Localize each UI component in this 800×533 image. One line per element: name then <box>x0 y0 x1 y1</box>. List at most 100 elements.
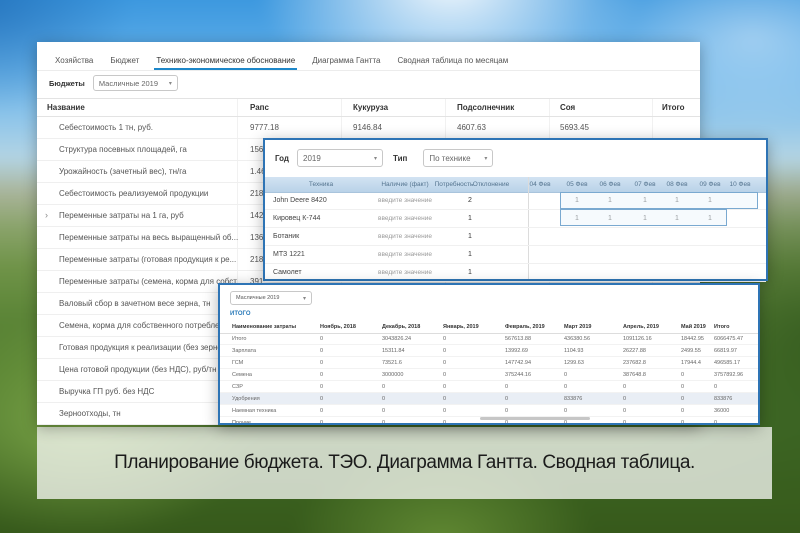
cell-value: 0 <box>681 372 684 378</box>
cell-value: 147742.94 <box>505 360 531 366</box>
cell-value: 237682.8 <box>623 360 646 366</box>
column-header: Май 2019 <box>681 324 706 330</box>
cell-value: 0 <box>320 372 323 378</box>
cell-value: 3757892.96 <box>714 372 743 378</box>
chevron-down-icon: ▾ <box>374 155 377 162</box>
row-label: Готовая продукция к реализации (без зерн… <box>59 343 228 352</box>
tab-1[interactable]: Хозяйства <box>53 53 95 70</box>
cell-value: 0 <box>623 384 626 390</box>
total-link[interactable]: ИТОГО <box>230 311 250 317</box>
availability-input[interactable]: введите значение <box>378 269 432 276</box>
table-row: Себестоимость 1 тн, руб.9777.189146.8446… <box>37 117 700 139</box>
caption-text: Планирование бюджета. ТЭО. Диаграмма Ган… <box>114 452 695 474</box>
column-header: Январь, 2019 <box>443 324 479 330</box>
column-header: Подсолнечник <box>457 103 514 112</box>
row-label: Себестоимость 1 тн, руб. <box>59 123 153 132</box>
year-select[interactable]: 2019 ▾ <box>297 149 383 167</box>
budget-select[interactable]: Масличные 2019 ▾ <box>93 75 178 91</box>
cell-value: 833876 <box>714 396 732 402</box>
tab-2[interactable]: Бюджет <box>108 53 141 70</box>
selected-range-box <box>560 192 758 209</box>
cost-name: СЗР <box>232 384 243 390</box>
cell-value: 15311.84 <box>382 348 405 354</box>
type-select-value: По технике <box>429 154 470 163</box>
cell-value: 375244.16 <box>505 372 531 378</box>
cost-name: Итого <box>232 336 246 342</box>
cell-value: 0 <box>320 336 323 342</box>
gantt-controls: Год 2019 ▾ Тип По технике ▾ <box>265 140 766 176</box>
summary-row: Удобрения000083387600833876 <box>220 393 758 405</box>
cell-value: 66819.97 <box>714 348 737 354</box>
availability-input[interactable]: введите значение <box>378 251 432 258</box>
column-header: Апрель, 2019 <box>623 324 659 330</box>
row-label: Цена готовой продукции (без НДС), руб/тн <box>59 365 217 374</box>
cell-value: 0 <box>564 384 567 390</box>
need-value: 1 <box>468 269 472 276</box>
row-label: Валовый сбор в зачетном весе зерна, тн <box>59 299 211 308</box>
cell-value: 5693.45 <box>560 123 589 132</box>
summary-row: СЗР00000000 <box>220 381 758 393</box>
row-label: Урожайность (зачетный вес), тн/га <box>59 167 186 176</box>
budget-select-value: Масличные 2019 <box>99 79 158 88</box>
tab-5[interactable]: Сводная таблица по месяцам <box>395 53 510 70</box>
cell-value: 567613.88 <box>505 336 531 342</box>
summary-budget-value: Масличные 2019 <box>236 295 279 301</box>
row-label: Семена, корма для собственного потреблен… <box>59 321 231 330</box>
column-header: Техника <box>309 181 333 188</box>
availability-input[interactable]: введите значение <box>378 215 432 222</box>
cell-value: 0 <box>382 384 385 390</box>
cell-value: 0 <box>320 408 323 414</box>
cell-value: 13992.69 <box>505 348 528 354</box>
tab-4[interactable]: Диаграмма Гантта <box>310 53 382 70</box>
cell-value: 0 <box>382 408 385 414</box>
column-header: Кукуруза <box>353 103 388 112</box>
cell-value: 1299.63 <box>564 360 584 366</box>
tab-bar: Хозяйства Бюджет Технико-экономическое обо… <box>37 42 700 71</box>
gantt-table-header: ТехникаНаличие (факт)ПотребностьОтклонен… <box>265 177 766 193</box>
availability-input[interactable]: введите значение <box>378 197 432 204</box>
screenshot-root: Хозяйства Бюджет Технико-экономическое обо… <box>0 0 800 533</box>
column-header: Итого <box>662 103 685 112</box>
cell-value: 136 <box>250 233 263 242</box>
cost-name: Семена <box>232 372 252 378</box>
column-header: Март 2019 <box>564 324 591 330</box>
column-header: Итого <box>714 324 730 330</box>
caption-bar: Планирование бюджета. ТЭО. Диаграмма Ган… <box>37 427 772 499</box>
cell-value: 0 <box>623 420 626 424</box>
type-select[interactable]: По технике ▾ <box>423 149 493 167</box>
cell-value: 2499.55 <box>681 348 701 354</box>
chevron-down-icon: ▾ <box>484 155 487 162</box>
cell-value: 0 <box>681 396 684 402</box>
cell-value: 0 <box>443 420 446 424</box>
date-column-header: 09 Фев <box>699 181 720 188</box>
date-column-header: 10 Фев <box>729 181 750 188</box>
horizontal-scrollbar[interactable] <box>480 417 590 420</box>
need-value: 1 <box>468 215 472 222</box>
cost-name: Зарплата <box>232 348 256 354</box>
summary-row: Семена030000000375244.160387648.80375789… <box>220 369 758 381</box>
cell-value: 0 <box>714 384 717 390</box>
selected-range-box <box>560 209 727 226</box>
cell-value: 0 <box>320 360 323 366</box>
row-label: Переменные затраты (семена, корма для со… <box>59 277 243 286</box>
year-label: Год <box>275 154 289 163</box>
summary-budget-select[interactable]: Масличные 2019 ▾ <box>230 291 312 305</box>
gantt-panel: Год 2019 ▾ Тип По технике ▾ ТехникаНалич… <box>263 138 768 281</box>
column-header: Февраль, 2019 <box>505 324 545 330</box>
cell-value: 218 <box>250 189 263 198</box>
cost-name: Прочие <box>232 420 251 424</box>
cell-value: 0 <box>681 408 684 414</box>
tab-3[interactable]: Технико-экономическое обоснование <box>154 53 297 70</box>
summary-row: Зарплата015311.84013992.691104.9326227.8… <box>220 345 758 357</box>
cell-value: 6066475.47 <box>714 336 743 342</box>
cell-value: 0 <box>564 408 567 414</box>
cell-value: 387648.8 <box>623 372 646 378</box>
cell-value: 0 <box>564 372 567 378</box>
availability-input[interactable]: введите значение <box>378 233 432 240</box>
cell-value: 0 <box>443 384 446 390</box>
cell-value: 0 <box>443 372 446 378</box>
expand-icon[interactable]: › <box>45 210 48 220</box>
cell-value: 17944.4 <box>681 360 701 366</box>
column-header: Ноябрь, 2018 <box>320 324 356 330</box>
column-header: Отклонение <box>473 181 509 188</box>
